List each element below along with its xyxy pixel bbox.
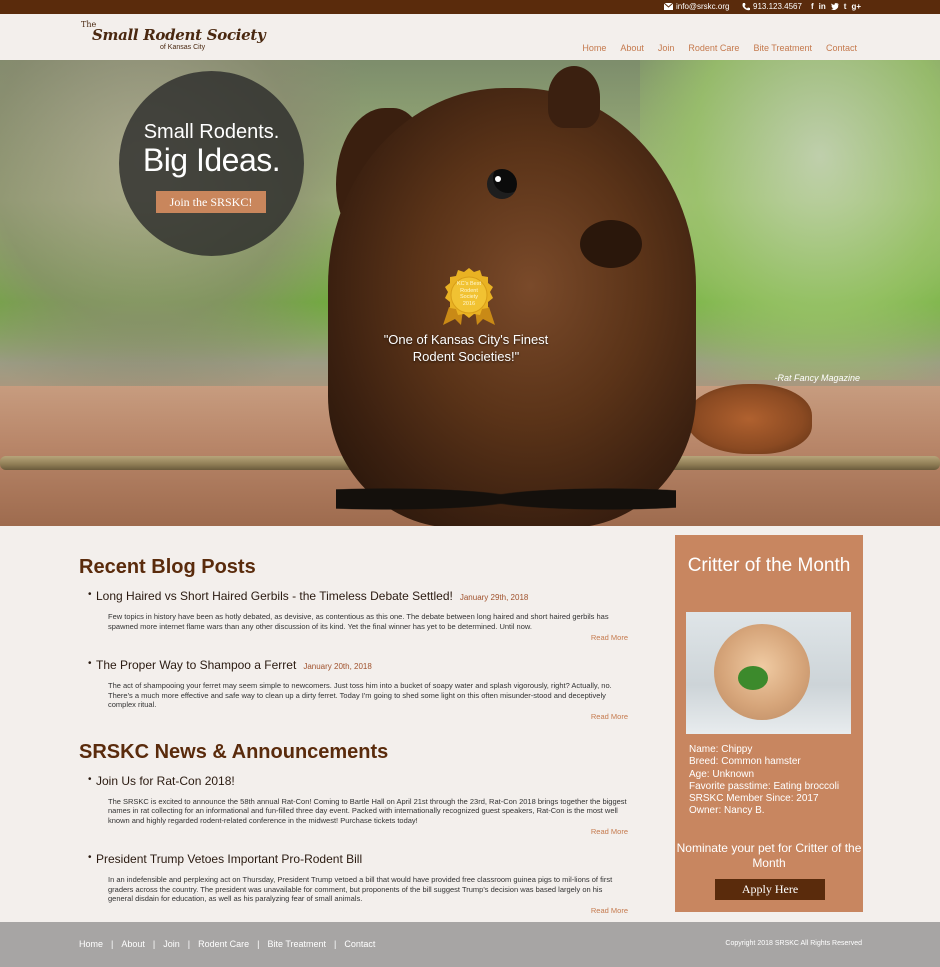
guinea-pig-feet <box>336 475 676 523</box>
blog-section-title: Recent Blog Posts <box>79 556 256 578</box>
nominate-text: Nominate your pet for Critter of the Mon… <box>676 841 862 870</box>
footer-separator: | <box>111 939 114 949</box>
quote-attribution: -Rat Fancy Magazine <box>774 373 860 383</box>
phone-icon <box>742 2 750 11</box>
news-post-excerpt: In an indefensible and perplexing act on… <box>108 875 613 903</box>
tumblr-icon[interactable]: t <box>844 2 847 11</box>
critter-of-the-month: Critter of the Month Name: Chippy Breed:… <box>675 535 863 912</box>
critter-age: Age: Unknown <box>689 768 755 780</box>
news-post-excerpt: The SRSKC is excited to announce the 58t… <box>108 796 627 825</box>
header: The Small Rodent Society of Kansas City … <box>0 14 940 60</box>
footer-link-join[interactable]: Join <box>163 939 180 949</box>
news-section-title: SRSKC News & Announcements <box>79 740 389 763</box>
footer-link-rodent-care[interactable]: Rodent Care <box>198 939 249 949</box>
blog-post-excerpt: Few topics in history have been as hotly… <box>108 612 609 631</box>
footer-link-bite-treatment[interactable]: Bite Treatment <box>267 939 326 949</box>
hero-quote: "One of Kansas City's Finest Rodent Soci… <box>383 332 549 364</box>
footer: Home | About | Join | Rodent Care | Bite… <box>0 922 940 967</box>
top-bar: info@srskc.org 913.123.4567 f in t g+ <box>0 0 940 14</box>
blog-post-date: January 20th, 2018 <box>303 662 372 671</box>
news-post: President Trump Vetoes Important Pro-Rod… <box>79 852 639 915</box>
nav-bite-treatment[interactable]: Bite Treatment <box>753 43 812 53</box>
main-content: Recent Blog Posts Long Haired vs Short H… <box>79 556 639 931</box>
blog-post-date: January 29th, 2018 <box>459 593 529 602</box>
broccoli-image <box>738 666 768 690</box>
footer-separator: | <box>257 939 260 949</box>
award-badge: KC's Best Rodent Society 2016 <box>437 267 501 327</box>
copyright: Copyright 2018 SRSKC All Rights Reserved <box>725 940 862 947</box>
blog-post-excerpt: The act of shampooing your ferret may se… <box>108 681 612 709</box>
blog-post-title[interactable]: Long Haired vs Short Haired Gerbils - th… <box>88 589 453 603</box>
critter-photo <box>686 612 851 734</box>
blog-post-title[interactable]: The Proper Way to Shampoo a Ferret <box>88 658 296 672</box>
nav-rodent-care[interactable]: Rodent Care <box>688 43 739 53</box>
logo[interactable]: The Small Rodent Society of Kansas City <box>81 20 266 54</box>
footer-separator: | <box>334 939 337 949</box>
envelope-icon <box>664 3 673 10</box>
main-nav: Home About Join Rodent Care Bite Treatme… <box>582 43 857 53</box>
hero-tagline-circle: Small Rodents. Big Ideas. Join the SRSKC… <box>119 71 304 256</box>
guinea-pig-image <box>328 88 696 526</box>
blog-post: The Proper Way to Shampoo a Ferret Janua… <box>79 658 639 721</box>
guinea-pig-nose <box>580 220 642 268</box>
news-post: Join Us for Rat-Con 2018! The SRSKC is e… <box>79 774 639 837</box>
phone-contact[interactable]: 913.123.4567 <box>742 2 802 11</box>
footer-link-home[interactable]: Home <box>79 939 103 949</box>
critter-name: Name: Chippy <box>689 744 753 755</box>
footer-separator: | <box>187 939 191 949</box>
critter-owner: Owner: Nancy B. <box>689 805 765 817</box>
badge-text: KC's Best Rodent Society 2016 <box>457 281 481 307</box>
critter-title: Critter of the Month <box>687 555 851 576</box>
pinecone-image <box>686 384 812 454</box>
nav-join[interactable]: Join <box>658 43 675 53</box>
nav-home[interactable]: Home <box>582 43 606 53</box>
critter-breed: Breed: Common hamster <box>689 756 801 768</box>
email-text[interactable]: info@srskc.org <box>676 2 729 11</box>
footer-separator: | <box>152 939 156 949</box>
join-button[interactable]: Join the SRSKC! <box>156 191 266 213</box>
logo-subtitle: of Kansas City <box>160 44 206 51</box>
twitter-icon[interactable] <box>830 3 839 10</box>
footer-link-about[interactable]: About <box>121 939 145 949</box>
hero-line-2: Big Ideas. <box>142 142 281 178</box>
phone-text[interactable]: 913.123.4567 <box>753 2 802 11</box>
apply-button[interactable]: Apply Here <box>715 879 825 900</box>
critter-member-since: SRSKC Member Since: 2017 <box>689 793 819 805</box>
read-more-link[interactable]: Read More <box>79 827 628 836</box>
facebook-icon[interactable]: f <box>811 2 814 11</box>
footer-link-contact[interactable]: Contact <box>344 939 375 949</box>
hero-line-1: Small Rodents. <box>143 121 280 143</box>
email-contact[interactable]: info@srskc.org <box>664 2 729 11</box>
footer-nav: Home | About | Join | Rodent Care | Bite… <box>79 939 375 949</box>
guinea-pig-ear-right <box>548 66 600 128</box>
read-more-link[interactable]: Read More <box>79 633 628 642</box>
news-post-title[interactable]: Join Us for Rat-Con 2018! <box>88 774 235 788</box>
blog-post: Long Haired vs Short Haired Gerbils - th… <box>79 589 639 642</box>
google-plus-icon[interactable]: g+ <box>851 2 861 11</box>
critter-info: Name: Chippy Breed: Common hamster Age: … <box>689 744 839 818</box>
nav-contact[interactable]: Contact <box>826 43 857 53</box>
read-more-link[interactable]: Read More <box>79 712 628 721</box>
critter-pastime: Favorite passtime: Eating broccoli <box>689 780 840 792</box>
read-more-link[interactable]: Read More <box>79 906 628 915</box>
logo-title: Small Rodent Society <box>92 26 266 44</box>
linkedin-icon[interactable]: in <box>819 2 826 11</box>
nav-about[interactable]: About <box>620 43 644 53</box>
social-links: f in t g+ <box>811 2 861 11</box>
guinea-pig-eye <box>487 169 517 199</box>
news-post-title[interactable]: President Trump Vetoes Important Pro-Rod… <box>88 852 362 866</box>
